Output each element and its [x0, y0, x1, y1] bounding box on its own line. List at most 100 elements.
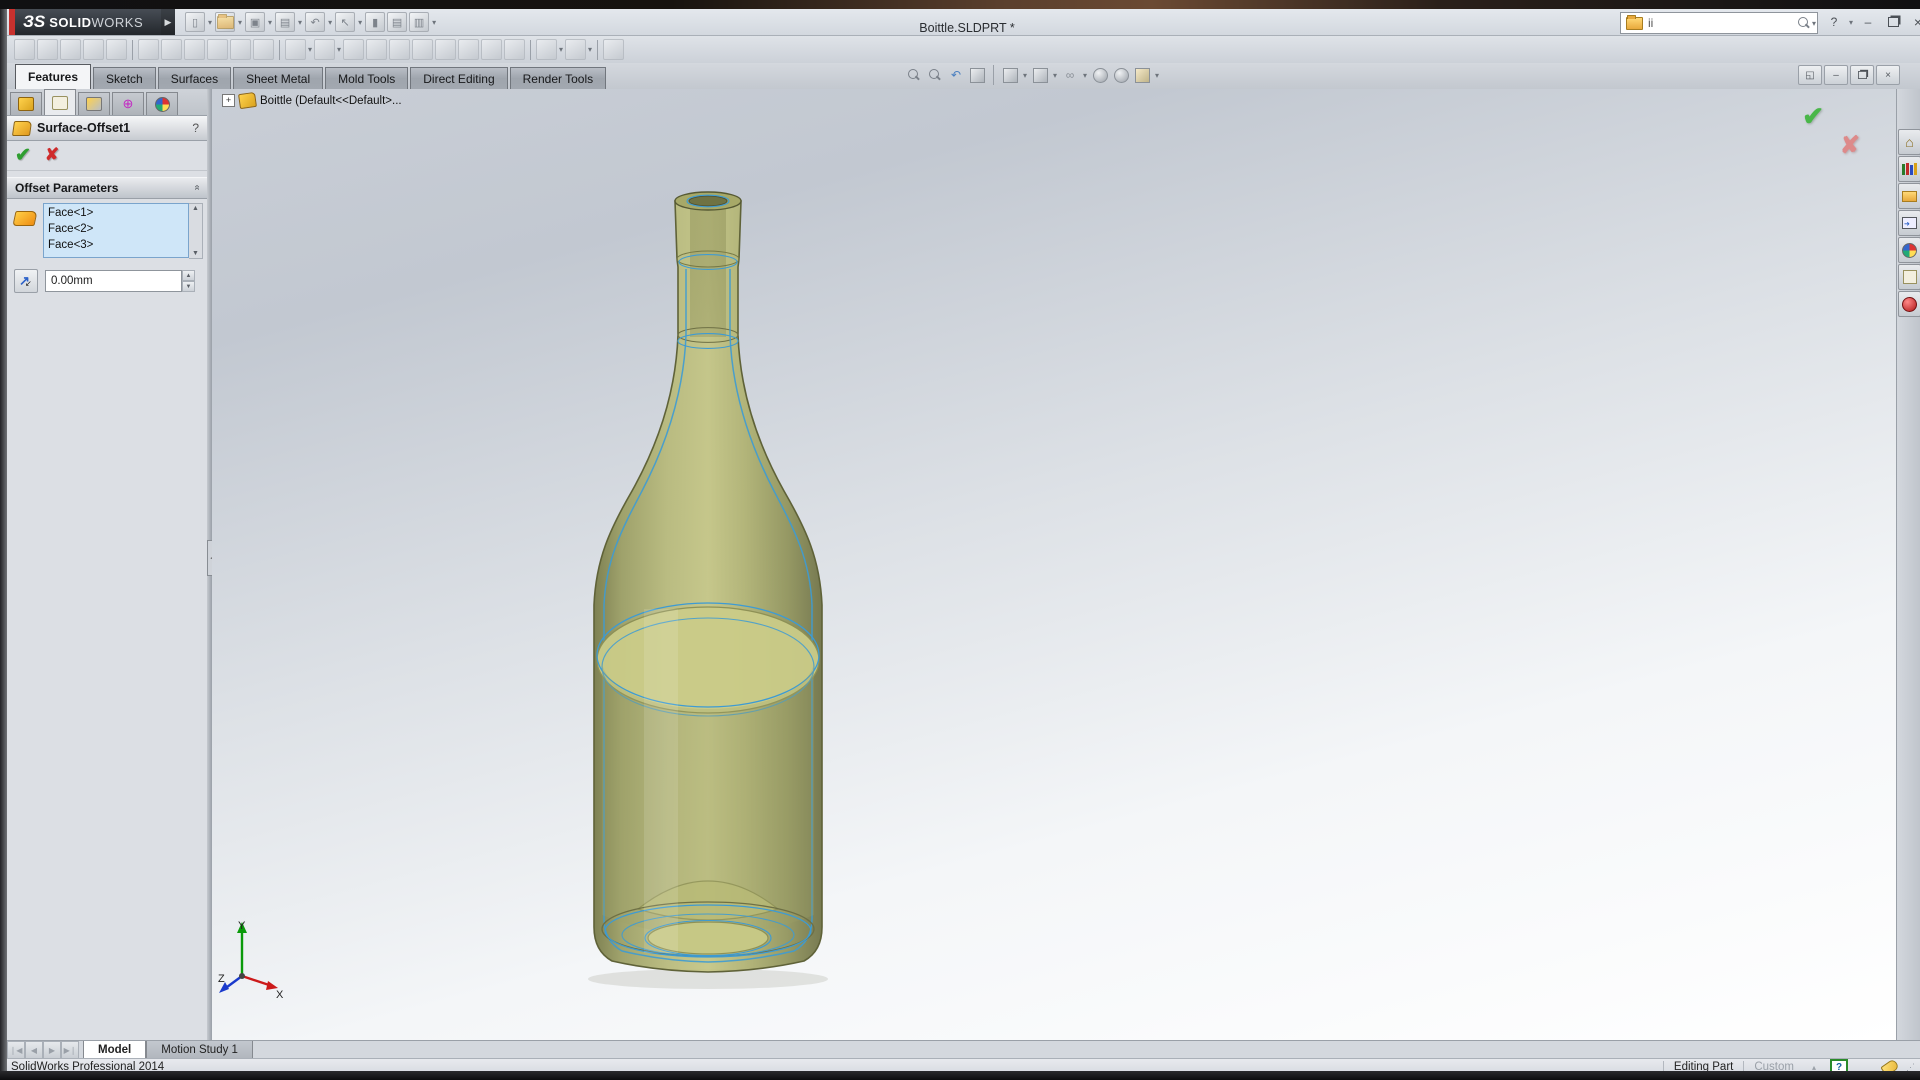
toolbar-dropdown-icon[interactable]: ▾	[337, 45, 341, 54]
face-list-item[interactable]: Face<2>	[48, 221, 188, 237]
pm-help-icon[interactable]: ?	[192, 121, 199, 135]
search-scope-folder-icon[interactable]	[1626, 17, 1643, 30]
search-input[interactable]: ii	[1648, 16, 1797, 30]
solidworks-resources-icon[interactable]: ⌂	[1898, 129, 1920, 155]
bottle-3d-model[interactable]	[212, 89, 1896, 1040]
close-button[interactable]: ×	[1907, 13, 1920, 32]
display-style-icon[interactable]	[1031, 66, 1049, 84]
tab-feature-manager-tree[interactable]	[10, 92, 42, 115]
toolbar-icon[interactable]	[504, 39, 525, 60]
offset-distance-input[interactable]: 0.00mm	[45, 270, 182, 292]
toolbar-icon[interactable]	[565, 39, 586, 60]
search-box[interactable]: ii ▾	[1620, 12, 1818, 34]
toolbar-icon[interactable]	[314, 39, 335, 60]
tab-property-manager[interactable]	[44, 89, 76, 115]
toolbar-icon[interactable]	[412, 39, 433, 60]
tab-features[interactable]: Features	[15, 64, 91, 89]
toolbar-icon[interactable]	[106, 39, 127, 60]
apply-scene-icon[interactable]	[1112, 66, 1130, 84]
toolbar-dropdown-icon[interactable]: ▾	[308, 45, 312, 54]
toolbar-icon[interactable]	[83, 39, 104, 60]
tab-surfaces[interactable]: Surfaces	[158, 67, 231, 89]
toolbar-icon[interactable]	[161, 39, 182, 60]
toolbar-icon[interactable]	[37, 39, 58, 60]
solidworks-forum-icon[interactable]	[1898, 291, 1920, 317]
tab-dimxpert-manager[interactable]: ⊕	[112, 92, 144, 115]
scroll-up-icon[interactable]: ▲	[192, 204, 199, 213]
tab-model[interactable]: Model	[83, 1041, 146, 1059]
tab-direct-editing[interactable]: Direct Editing	[410, 67, 507, 89]
edit-appearance-icon[interactable]	[1091, 66, 1109, 84]
doc-minimize-icon[interactable]: –	[1824, 65, 1848, 85]
toolbar-icon[interactable]	[138, 39, 159, 60]
tab-display-manager[interactable]	[146, 92, 178, 115]
face-list-scrollbar[interactable]: ▲ ▼	[189, 203, 203, 259]
toolbar-icon[interactable]	[14, 39, 35, 60]
design-library-icon[interactable]	[1898, 156, 1920, 182]
doc-restore-icon[interactable]	[1850, 65, 1874, 85]
first-tab-icon[interactable]: ❘◀	[7, 1041, 25, 1059]
tab-motion-study-1[interactable]: Motion Study 1	[146, 1041, 253, 1059]
toolbar-dropdown-icon[interactable]: ▾	[559, 45, 563, 54]
toolbar-icon[interactable]	[343, 39, 364, 60]
section-view-icon[interactable]	[968, 66, 986, 84]
toolbar-dropdown-icon[interactable]: ▾	[588, 45, 592, 54]
tab-render-tools[interactable]: Render Tools	[510, 67, 607, 89]
face-selection-list[interactable]: Face<1> Face<2> Face<3>	[43, 203, 189, 258]
appearances-scenes-icon[interactable]	[1898, 237, 1920, 263]
toolbar-icon[interactable]	[389, 39, 410, 60]
last-tab-icon[interactable]: ▶❘	[61, 1041, 79, 1059]
help-dropdown-icon[interactable]: ▾	[1849, 18, 1853, 27]
previous-view-icon[interactable]: ↶	[947, 66, 965, 84]
face-list-item[interactable]: Face<3>	[48, 237, 188, 253]
view-settings-dropdown-icon[interactable]: ▾	[1155, 71, 1159, 80]
doc-cascade-icon[interactable]: ◱	[1798, 65, 1822, 85]
view-settings-icon[interactable]	[1133, 66, 1151, 84]
hide-show-items-icon[interactable]: ∞	[1061, 66, 1079, 84]
pm-ok-button[interactable]: ✔	[15, 144, 31, 167]
toolbar-icon[interactable]	[184, 39, 205, 60]
file-explorer-icon[interactable]	[1898, 183, 1920, 209]
toolbar-icon[interactable]	[603, 39, 624, 60]
tab-sketch[interactable]: Sketch	[93, 67, 156, 89]
toolbar-icon[interactable]	[366, 39, 387, 60]
toolbar-icon[interactable]	[458, 39, 479, 60]
view-orientation-icon[interactable]	[1001, 66, 1019, 84]
face-list-item[interactable]: Face<1>	[48, 205, 188, 221]
restore-button[interactable]	[1882, 13, 1904, 32]
zoom-to-area-icon[interactable]	[926, 66, 944, 84]
hide-show-dropdown-icon[interactable]: ▾	[1083, 71, 1087, 80]
view-palette-icon[interactable]	[1898, 210, 1920, 236]
graphics-viewport[interactable]: + Boittle (Default<<Default>... ✔ ✘	[212, 89, 1896, 1040]
tab-sheet-metal[interactable]: Sheet Metal	[233, 67, 323, 89]
prev-tab-icon[interactable]: ◀	[25, 1041, 43, 1059]
toolbar-icon[interactable]	[253, 39, 274, 60]
search-icon[interactable]	[1797, 17, 1809, 29]
zoom-to-fit-icon[interactable]	[905, 66, 923, 84]
search-dropdown-icon[interactable]: ▾	[1812, 19, 1816, 28]
offset-distance-icon[interactable]: ↗ ↙	[14, 269, 38, 293]
collapse-chevrons-icon[interactable]: »	[192, 186, 203, 190]
tab-configuration-manager[interactable]	[78, 92, 110, 115]
next-tab-icon[interactable]: ▶	[43, 1041, 61, 1059]
doc-close-icon[interactable]: ×	[1876, 65, 1900, 85]
toolbar-icon[interactable]	[481, 39, 502, 60]
toolbar-icon[interactable]	[285, 39, 306, 60]
tab-mold-tools[interactable]: Mold Tools	[325, 67, 408, 89]
toolbar-icon[interactable]	[435, 39, 456, 60]
pm-cancel-button[interactable]: ✘	[45, 145, 59, 165]
toolbar-icon[interactable]	[230, 39, 251, 60]
offset-parameters-header[interactable]: Offset Parameters »	[7, 177, 207, 199]
window-left-frame	[0, 9, 7, 1071]
toolbar-icon[interactable]	[536, 39, 557, 60]
view-orientation-dropdown-icon[interactable]: ▾	[1023, 71, 1027, 80]
display-style-dropdown-icon[interactable]: ▾	[1053, 71, 1057, 80]
spinner-up-icon[interactable]: ▲	[182, 270, 195, 281]
toolbar-icon[interactable]	[207, 39, 228, 60]
scroll-down-icon[interactable]: ▼	[192, 249, 199, 258]
spinner-down-icon[interactable]: ▼	[182, 281, 195, 292]
toolbar-icon[interactable]	[60, 39, 81, 60]
help-icon[interactable]: ?	[1823, 13, 1845, 32]
minimize-button[interactable]: –	[1857, 13, 1879, 32]
custom-properties-icon[interactable]	[1898, 264, 1920, 290]
